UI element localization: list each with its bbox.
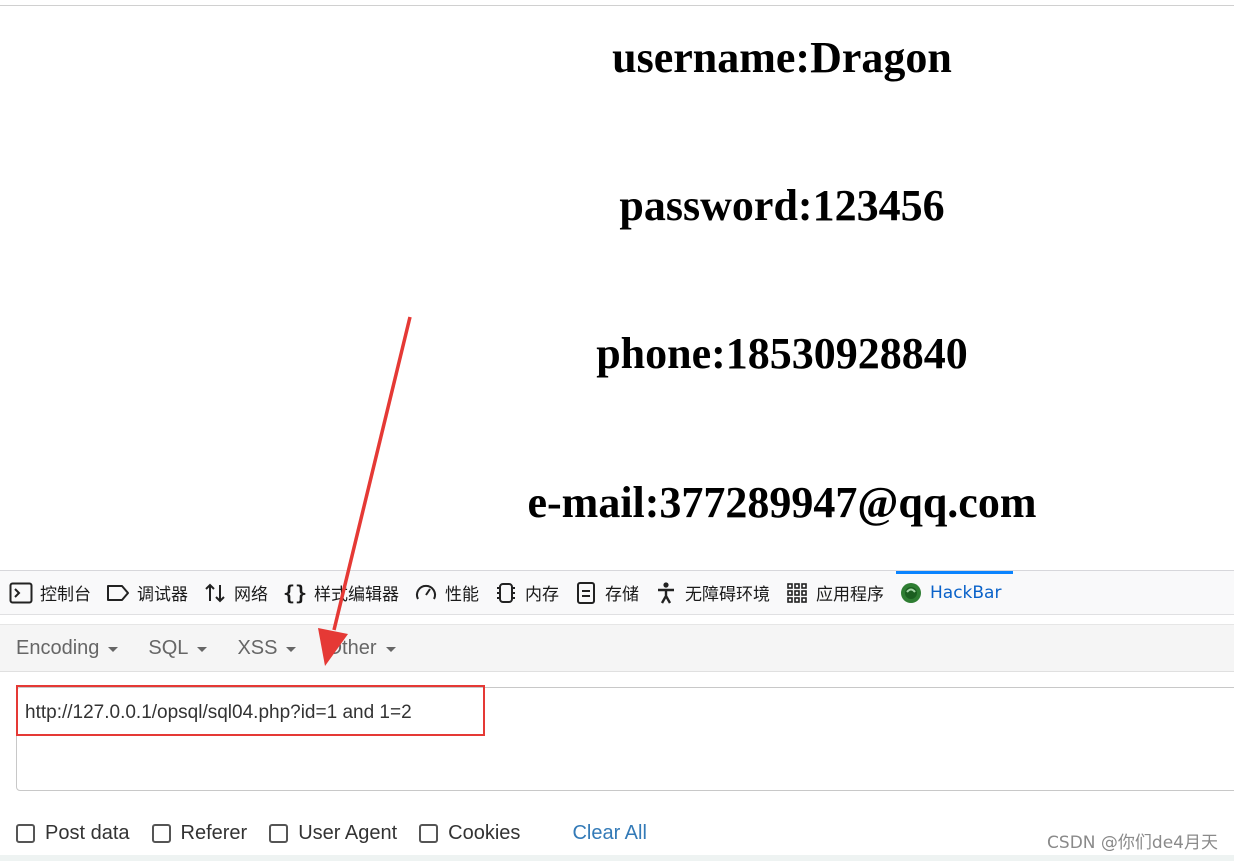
other-menu[interactable]: Other — [326, 636, 396, 660]
cookies-checkbox[interactable] — [419, 823, 439, 843]
caret-down-icon — [197, 646, 208, 652]
user-agent-checkbox[interactable] — [269, 823, 289, 843]
tab-accessibility[interactable]: 无障碍环境 — [651, 571, 782, 615]
caret-down-icon — [385, 646, 396, 652]
memory-icon — [493, 580, 519, 606]
menu-label: Encoding — [16, 636, 100, 659]
option-label: Referer — [180, 821, 248, 844]
hackbar-toolbar: Encoding SQL XSS Other — [0, 624, 1234, 672]
username-line: username:Dragon — [612, 33, 952, 82]
application-icon — [784, 580, 810, 606]
tab-label: 样式编辑器 — [314, 585, 399, 605]
menu-label: SQL — [148, 636, 189, 659]
option-label: Post data — [45, 821, 130, 844]
network-icon — [202, 580, 228, 606]
tab-console[interactable]: 控制台 — [6, 571, 103, 615]
menu-label: XSS — [237, 636, 278, 659]
bottom-strip — [0, 855, 1234, 861]
tab-hackbar[interactable]: HackBar — [896, 570, 1014, 615]
encoding-menu[interactable]: Encoding — [16, 636, 119, 660]
tab-label: 网络 — [234, 585, 268, 605]
watermark: CSDN @你们de4月天 — [1047, 833, 1218, 853]
tab-label: 内存 — [525, 585, 559, 605]
post-data-option[interactable]: Post data — [16, 822, 130, 845]
post-data-checkbox[interactable] — [16, 823, 35, 843]
page-content: username:Dragon password:123456 phone:18… — [0, 0, 1234, 570]
phone-line: phone:18530928840 — [596, 329, 968, 378]
cookies-option[interactable]: Cookies — [419, 822, 520, 845]
tab-debugger[interactable]: 调试器 — [103, 571, 200, 615]
tab-storage[interactable]: 存储 — [571, 571, 651, 615]
devtools-panel: 控制台 调试器 网络 {} 样式编辑器 性能 内存 存储 无障碍环境 应用程序 … — [0, 570, 1234, 861]
password-line: password:123456 — [619, 181, 945, 230]
tab-label: HackBar — [930, 582, 1002, 603]
clear-all-link[interactable]: Clear All — [572, 822, 646, 845]
devtools-tabbar: 控制台 调试器 网络 {} 样式编辑器 性能 内存 存储 无障碍环境 应用程序 … — [0, 570, 1234, 615]
performance-icon — [413, 580, 439, 606]
tab-label: 调试器 — [137, 585, 188, 605]
caret-down-icon — [108, 646, 119, 652]
caret-down-icon — [286, 646, 297, 652]
hackbar-options: Post data Referer User Agent Cookies Cle… — [16, 818, 647, 848]
email-line: e-mail:377289947@qq.com — [527, 478, 1037, 527]
tab-label: 控制台 — [40, 585, 91, 605]
referer-option[interactable]: Referer — [151, 821, 248, 845]
accessibility-icon — [653, 580, 679, 606]
console-icon — [8, 580, 34, 606]
annotation-highlight-box — [16, 685, 485, 736]
option-label: Cookies — [448, 821, 521, 844]
debugger-icon — [105, 580, 131, 606]
storage-icon — [573, 580, 599, 606]
hackbar-icon — [898, 580, 924, 606]
style-editor-icon: {} — [282, 580, 308, 605]
menu-label: Other — [326, 636, 377, 659]
tab-memory[interactable]: 内存 — [491, 571, 571, 615]
tab-label: 无障碍环境 — [685, 585, 770, 605]
user-agent-option[interactable]: User Agent — [269, 822, 397, 845]
tab-label: 应用程序 — [816, 585, 884, 605]
option-label: User Agent — [298, 821, 398, 844]
tab-application[interactable]: 应用程序 — [782, 571, 896, 615]
sql-menu[interactable]: SQL — [148, 636, 208, 660]
tab-label: 性能 — [445, 585, 479, 605]
tab-performance[interactable]: 性能 — [411, 571, 491, 615]
xss-menu[interactable]: XSS — [237, 636, 297, 660]
tab-label: 存储 — [605, 585, 639, 605]
tab-style-editor[interactable]: {} 样式编辑器 — [280, 571, 411, 615]
referer-checkbox[interactable] — [151, 823, 171, 843]
tab-network[interactable]: 网络 — [200, 571, 280, 615]
